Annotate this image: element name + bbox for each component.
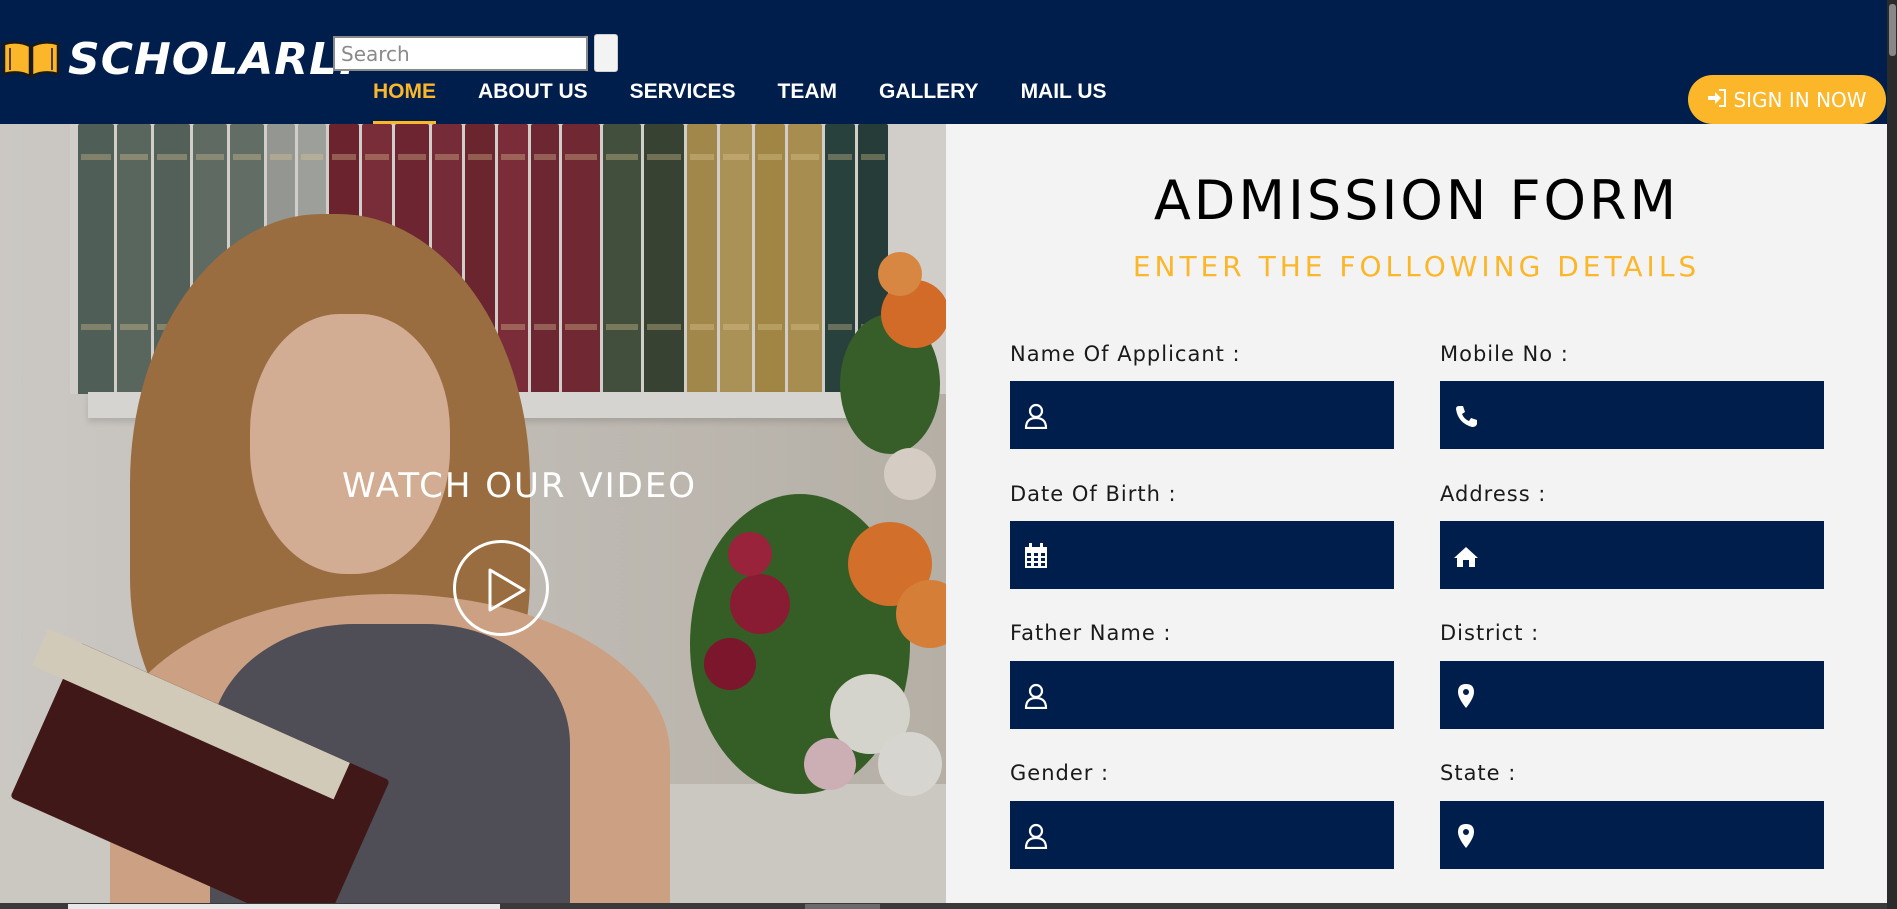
nav-item-mail-us[interactable]: MAIL US <box>1021 80 1107 124</box>
hero-image-section: WATCH OUR VIDEO <box>0 124 946 903</box>
mobile-label: Mobile No : <box>1440 342 1569 366</box>
horizontal-scrollbar-thumb[interactable] <box>68 904 500 909</box>
play-video-button[interactable] <box>453 540 549 636</box>
name-input[interactable] <box>1060 381 1384 451</box>
dob-input[interactable] <box>1060 521 1384 591</box>
gender-label: Gender : <box>1010 761 1110 785</box>
sign-in-button[interactable]: SIGN IN NOW <box>1688 75 1886 124</box>
horizontal-scrollbar-marker <box>805 904 880 909</box>
dob-field[interactable] <box>1010 521 1394 591</box>
open-book-icon <box>2 36 60 84</box>
form-subtitle: ENTER THE FOLLOWING DETAILS <box>1132 250 1701 283</box>
sign-in-label: SIGN IN NOW <box>1733 87 1867 112</box>
state-label: State : <box>1440 761 1517 785</box>
district-field[interactable] <box>1440 661 1824 731</box>
user-icon <box>1024 403 1048 430</box>
father-name-input[interactable] <box>1060 661 1384 731</box>
brand-name: SCHOLARLY <box>68 34 365 85</box>
search-input[interactable] <box>333 36 588 71</box>
map-marker-icon <box>1454 823 1478 849</box>
hero-overlay <box>0 124 946 903</box>
father-name-label: Father Name : <box>1010 621 1172 645</box>
nav-item-gallery[interactable]: GALLERY <box>879 80 979 124</box>
browser-viewport: SCHOLARLY HOME ABOUT US SERVICES TEAM GA… <box>0 0 1887 903</box>
father-name-field[interactable] <box>1010 661 1394 731</box>
address-input[interactable] <box>1490 521 1814 591</box>
gender-input[interactable] <box>1060 801 1384 871</box>
state-field[interactable] <box>1440 801 1824 871</box>
nav-item-home[interactable]: HOME <box>373 80 436 124</box>
map-marker-icon <box>1454 683 1478 709</box>
nav-item-team[interactable]: TEAM <box>778 80 838 124</box>
gender-field[interactable] <box>1010 801 1394 871</box>
user-icon <box>1024 683 1048 710</box>
vertical-scrollbar-thumb[interactable] <box>1889 4 1896 56</box>
mobile-field[interactable] <box>1440 381 1824 451</box>
user-icon <box>1024 823 1048 850</box>
mobile-input[interactable] <box>1490 381 1814 451</box>
district-input[interactable] <box>1490 661 1814 731</box>
main-nav: HOME ABOUT US SERVICES TEAM GALLERY MAIL… <box>373 80 1149 124</box>
form-title: ADMISSION FORM <box>1153 169 1680 232</box>
name-label: Name Of Applicant : <box>1010 342 1241 366</box>
home-icon <box>1454 543 1478 569</box>
nav-item-services[interactable]: SERVICES <box>630 80 736 124</box>
calendar-icon <box>1024 543 1048 569</box>
address-label: Address : <box>1440 482 1547 506</box>
phone-icon <box>1454 403 1478 429</box>
state-input[interactable] <box>1490 801 1814 871</box>
name-field[interactable] <box>1010 381 1394 451</box>
search-button[interactable] <box>594 34 618 72</box>
vertical-scrollbar[interactable] <box>1887 0 1897 909</box>
address-field[interactable] <box>1440 521 1824 591</box>
admission-form: ADMISSION FORM ENTER THE FOLLOWING DETAI… <box>946 124 1887 903</box>
watch-video-title: WATCH OUR VIDEO <box>342 466 698 506</box>
dob-label: Date Of Birth : <box>1010 482 1177 506</box>
site-header: SCHOLARLY HOME ABOUT US SERVICES TEAM GA… <box>0 0 1887 124</box>
brand-logo[interactable]: SCHOLARLY <box>2 34 364 85</box>
sign-in-icon <box>1707 88 1733 112</box>
district-label: District : <box>1440 621 1540 645</box>
nav-item-about-us[interactable]: ABOUT US <box>478 80 588 124</box>
